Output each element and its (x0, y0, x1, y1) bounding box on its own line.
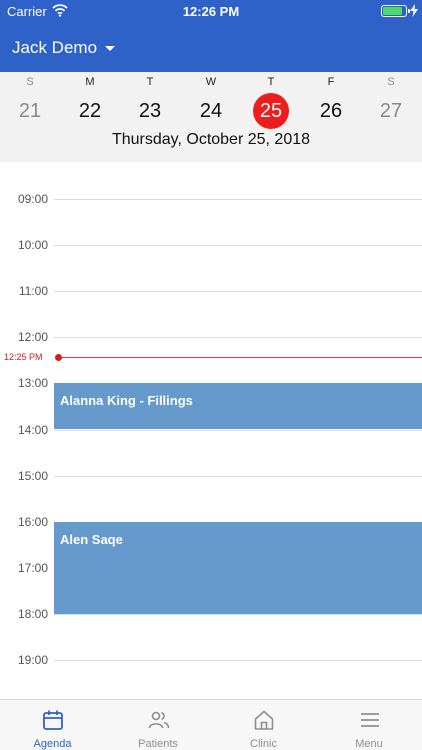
hour-gridline (54, 429, 422, 431)
hour-label: 18:00 (17, 606, 48, 621)
hour-label: 13:00 (17, 376, 48, 391)
user-selector[interactable]: Jack Demo (12, 37, 116, 59)
hour-gridline (54, 475, 422, 477)
tab-bar: Agenda Patients Clinic Menu (0, 699, 422, 750)
appointment-title: Alanna King - Fillings (60, 393, 193, 409)
day-number: 24 (199, 100, 223, 122)
hour-label: 12:00 (17, 330, 48, 345)
clinic-icon (254, 710, 274, 730)
day-letter: M (85, 76, 95, 88)
calendar-icon (43, 710, 63, 730)
hour-gridline (54, 245, 422, 247)
day-23[interactable]: T 23 (120, 72, 180, 132)
current-time-dot (55, 353, 62, 361)
current-time-label: 12:25 PM (4, 351, 43, 362)
hour-label: 10:00 (17, 238, 48, 253)
status-bar: Carrier 12:26 PM (0, 0, 422, 22)
day-number: 23 (138, 100, 162, 122)
tab-label: Patients (138, 738, 178, 750)
day-letter: S (26, 76, 34, 88)
day-letter: F (327, 76, 335, 88)
day-number: 27 (379, 100, 403, 122)
hour-label: 11:00 (18, 284, 48, 299)
selected-date-label: Thursday, October 25, 2018 (111, 131, 311, 148)
day-21[interactable]: S 21 (0, 72, 60, 132)
app-header: Carrier 12:26 PM Jack Demo (0, 0, 422, 72)
day-letter: W (205, 76, 217, 88)
day-26[interactable]: F 26 (301, 72, 361, 132)
hour-gridline (54, 291, 422, 293)
day-number: 21 (18, 100, 42, 122)
charging-icon (410, 4, 418, 17)
hour-gridline (54, 337, 422, 339)
tab-patients[interactable]: Patients (106, 700, 211, 750)
day-25[interactable]: T 25 (241, 72, 301, 132)
user-name: Jack Demo (12, 38, 98, 57)
tab-agenda[interactable]: Agenda (0, 700, 105, 750)
tab-clinic[interactable]: Clinic (211, 700, 316, 750)
battery-fill (383, 7, 402, 15)
battery-icon (381, 5, 410, 17)
day-27[interactable]: S 27 (361, 72, 421, 132)
hour-label: 15:00 (17, 468, 48, 483)
hour-gridline (54, 613, 422, 615)
tab-label: Clinic (250, 738, 277, 750)
hour-gridline (54, 660, 422, 661)
patients-icon (148, 711, 169, 729)
day-letter: T (267, 76, 275, 88)
day-letter: S (387, 76, 395, 88)
agenda-timeline[interactable]: 09:00 10:00 11:00 12:00 13:00 14:00 15:00 16:00… (0, 162, 422, 699)
hour-gridline (54, 199, 422, 200)
appointment-block[interactable]: Alanna King - Fillings (54, 383, 422, 430)
day-letter: T (146, 76, 154, 88)
hour-label: 17:00 (17, 560, 48, 575)
hour-label: 16:00 (17, 514, 48, 529)
chevron-down-icon (105, 45, 116, 51)
appointment-title: Alen Saqe (60, 531, 123, 547)
hour-label: 14:00 (17, 422, 48, 437)
day-number: 26 (319, 100, 343, 122)
tab-label: Menu (355, 738, 383, 750)
day-22[interactable]: M 22 (60, 72, 120, 132)
day-number-selected: 25 (253, 93, 289, 129)
status-time: 12:26 PM (182, 4, 240, 19)
tab-label: Agenda (33, 738, 72, 750)
week-strip: S 21 M 22 T 23 W 24 T 25 F 26 S 27 Thursday, October … (0, 72, 422, 162)
hour-label: 09:00 (17, 192, 48, 206)
tab-menu[interactable]: Menu (317, 700, 422, 750)
day-number: 22 (78, 100, 102, 122)
current-time-line (58, 356, 422, 358)
menu-icon (360, 713, 379, 727)
appointment-block[interactable]: Alen Saqe (54, 521, 422, 614)
hour-label: 19:00 (17, 653, 48, 667)
day-24[interactable]: W 24 (181, 72, 241, 132)
